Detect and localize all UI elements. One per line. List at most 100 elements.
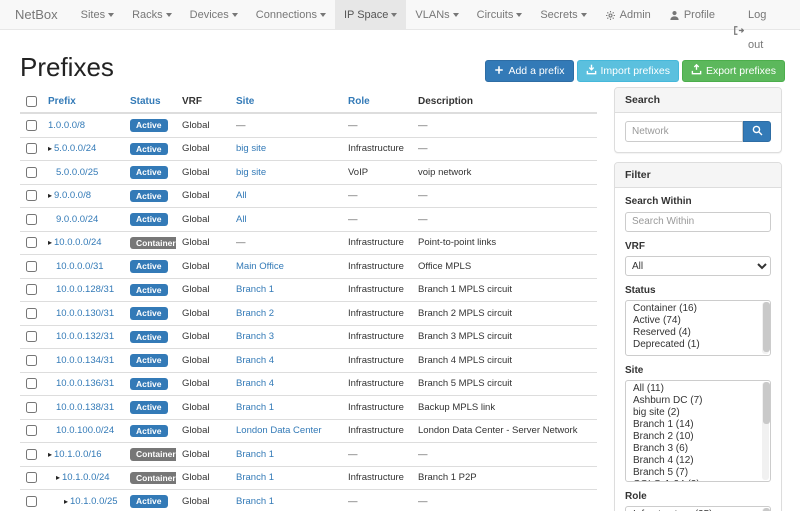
site-link[interactable]: Branch 4 (236, 378, 274, 389)
site-option[interactable]: Branch 1 (14) (626, 419, 770, 431)
row-checkbox[interactable] (26, 120, 37, 131)
row-checkbox[interactable] (26, 214, 37, 225)
status-badge[interactable]: Container (130, 237, 176, 250)
row-checkbox[interactable] (26, 190, 37, 201)
status-badge[interactable]: Active (130, 354, 168, 367)
status-option[interactable]: Deprecated (1) (626, 339, 770, 351)
search-input[interactable] (625, 121, 743, 142)
status-badge[interactable]: Active (130, 260, 168, 273)
nav-link-devices[interactable]: Devices (181, 0, 247, 30)
site-option[interactable]: COLO-1-24 (3) (626, 479, 770, 482)
row-checkbox[interactable] (26, 143, 37, 154)
site-option[interactable]: All (11) (626, 383, 770, 395)
nav-link-profile[interactable]: Profile (660, 0, 724, 30)
column-header-site[interactable]: Site (230, 93, 342, 113)
status-badge[interactable]: Active (130, 331, 168, 344)
site-option[interactable]: Branch 2 (10) (626, 431, 770, 443)
nav-link-circuits[interactable]: Circuits (468, 0, 532, 30)
nav-link-sites[interactable]: Sites (72, 0, 123, 30)
prefix-link[interactable]: 10.0.0.0/31 (56, 261, 104, 272)
status-badge[interactable]: Active (130, 166, 168, 179)
row-checkbox[interactable] (26, 284, 37, 295)
row-checkbox[interactable] (26, 237, 37, 248)
site-link[interactable]: Branch 4 (236, 355, 274, 366)
row-checkbox[interactable] (26, 261, 37, 272)
nav-link-racks[interactable]: Racks (123, 0, 181, 30)
site-link[interactable]: Branch 1 (236, 472, 274, 483)
column-header-status[interactable]: Status (124, 93, 176, 113)
prefix-link[interactable]: 10.0.100.0/24 (56, 425, 114, 436)
site-link[interactable]: All (236, 214, 247, 225)
prefix-link[interactable]: 9.0.0.0/8 (54, 190, 91, 201)
add-a-prefix-button[interactable]: Add a prefix (485, 60, 573, 82)
prefix-link[interactable]: 10.0.0.136/31 (56, 378, 114, 389)
row-checkbox[interactable] (26, 167, 37, 178)
status-badge[interactable]: Active (130, 307, 168, 320)
row-checkbox[interactable] (26, 496, 37, 507)
status-badge[interactable]: Active (130, 378, 168, 391)
site-option[interactable]: big site (2) (626, 407, 770, 419)
prefix-link[interactable]: 10.1.0.0/25 (70, 496, 118, 507)
search-within-input[interactable] (625, 212, 771, 232)
scrollbar-thumb[interactable] (763, 302, 770, 352)
nav-link-log-out[interactable]: Log out (724, 0, 792, 60)
prefix-link[interactable]: 10.0.0.130/31 (56, 308, 114, 319)
prefix-link[interactable]: 9.0.0.0/24 (56, 214, 98, 225)
prefix-link[interactable]: 10.1.0.0/24 (62, 472, 110, 483)
scrollbar-thumb[interactable] (763, 382, 770, 424)
prefix-link[interactable]: 10.0.0.138/31 (56, 402, 114, 413)
search-button[interactable] (743, 121, 771, 142)
prefix-link[interactable]: 5.0.0.0/24 (54, 143, 96, 154)
row-checkbox[interactable] (26, 308, 37, 319)
nav-link-connections[interactable]: Connections (247, 0, 335, 30)
status-option[interactable]: Active (74) (626, 315, 770, 327)
site-link[interactable]: big site (236, 143, 266, 154)
brand-logo[interactable]: NetBox (0, 0, 72, 29)
status-badge[interactable]: Active (130, 284, 168, 297)
prefix-link[interactable]: 5.0.0.0/25 (56, 167, 98, 178)
row-checkbox[interactable] (26, 449, 37, 460)
prefix-link[interactable]: 10.0.0.132/31 (56, 331, 114, 342)
site-option[interactable]: Branch 5 (7) (626, 467, 770, 479)
status-badge[interactable]: Active (130, 401, 168, 414)
row-checkbox[interactable] (26, 472, 37, 483)
import-prefixes-button[interactable]: Import prefixes (577, 60, 679, 82)
site-link[interactable]: big site (236, 167, 266, 178)
status-badge[interactable]: Container (130, 472, 176, 485)
nav-link-vlans[interactable]: VLANs (406, 0, 467, 30)
column-header-role[interactable]: Role (342, 93, 412, 113)
nav-link-secrets[interactable]: Secrets (531, 0, 595, 30)
prefix-link[interactable]: 10.1.0.0/16 (54, 449, 102, 460)
site-link[interactable]: Branch 1 (236, 496, 274, 507)
site-link[interactable]: London Data Center (236, 425, 322, 436)
row-checkbox[interactable] (26, 355, 37, 366)
status-badge[interactable]: Active (130, 119, 168, 132)
site-link[interactable]: Branch 1 (236, 449, 274, 460)
prefix-link[interactable]: 1.0.0.0/8 (48, 120, 85, 131)
column-header-prefix[interactable]: Prefix (42, 93, 124, 113)
status-badge[interactable]: Active (130, 143, 168, 156)
site-link[interactable]: Branch 1 (236, 284, 274, 295)
prefix-link[interactable]: 10.0.0.134/31 (56, 355, 114, 366)
site-link[interactable]: Branch 2 (236, 308, 274, 319)
vrf-select[interactable]: All (625, 256, 771, 276)
site-option[interactable]: Ashburn DC (7) (626, 395, 770, 407)
status-badge[interactable]: Container (130, 448, 176, 461)
status-badge[interactable]: Active (130, 190, 168, 203)
prefix-link[interactable]: 10.0.0.128/31 (56, 284, 114, 295)
nav-link-ip-space[interactable]: IP Space (335, 0, 406, 30)
export-prefixes-button[interactable]: Export prefixes (682, 60, 785, 82)
row-checkbox[interactable] (26, 331, 37, 342)
row-checkbox[interactable] (26, 425, 37, 436)
site-option[interactable]: Branch 4 (12) (626, 455, 770, 467)
site-link[interactable]: Main Office (236, 261, 284, 272)
status-badge[interactable]: Active (130, 425, 168, 438)
prefix-link[interactable]: 10.0.0.0/24 (54, 237, 102, 248)
row-checkbox[interactable] (26, 378, 37, 389)
site-link[interactable]: All (236, 190, 247, 201)
status-badge[interactable]: Active (130, 495, 168, 508)
site-link[interactable]: Branch 1 (236, 402, 274, 413)
row-checkbox[interactable] (26, 402, 37, 413)
site-option[interactable]: Branch 3 (6) (626, 443, 770, 455)
nav-link-admin[interactable]: Admin (596, 0, 660, 30)
